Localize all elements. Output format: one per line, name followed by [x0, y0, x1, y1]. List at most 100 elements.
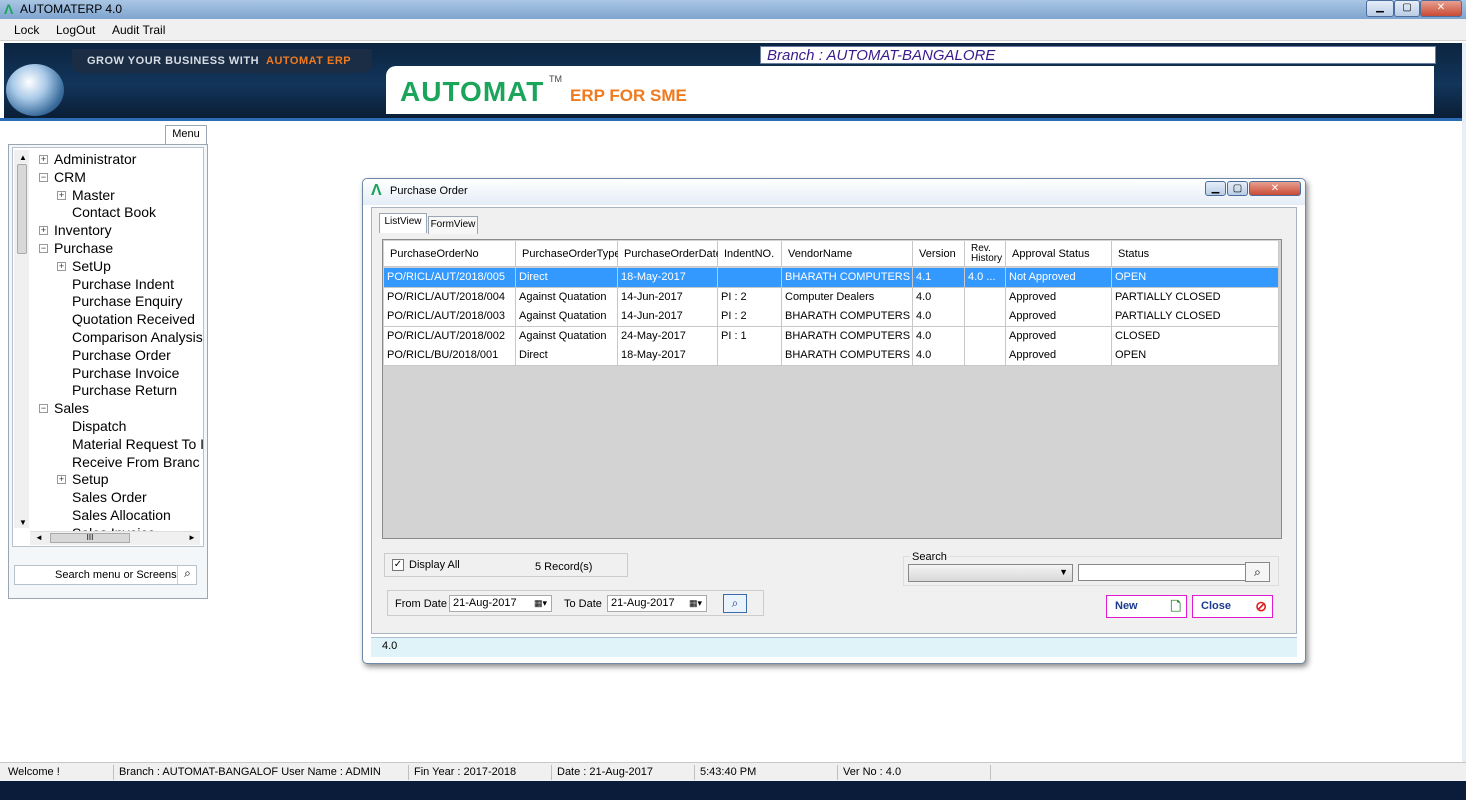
search-button[interactable]: ⌕	[1245, 562, 1270, 582]
dialog-close-button[interactable]: ✕	[1249, 181, 1301, 196]
column-header[interactable]: Status	[1112, 241, 1279, 267]
calendar-dropdown-icon[interactable]: ▦▾	[689, 596, 702, 611]
tree-item-inventory[interactable]: Inventory	[54, 222, 112, 238]
table-cell[interactable]: 4.0	[913, 287, 965, 308]
table-cell[interactable]	[965, 287, 1006, 308]
dialog-minimize-button[interactable]: ▁	[1205, 181, 1226, 196]
menu-scroll-thumb[interactable]	[17, 164, 27, 254]
table-cell[interactable]: PO/RICL/BU/2018/001	[384, 346, 516, 367]
calendar-dropdown-icon[interactable]: ▦▾	[534, 596, 547, 611]
tree-item-material-request-to-i[interactable]: Material Request To I	[72, 436, 204, 452]
table-cell[interactable]: Computer Dealers	[782, 287, 913, 308]
tree-item-sales-allocation[interactable]: Sales Allocation	[72, 507, 171, 523]
table-cell[interactable]: 18-May-2017	[618, 268, 718, 288]
menu-tab[interactable]: Menu	[165, 125, 207, 144]
menu-lock[interactable]: Lock	[14, 23, 39, 37]
table-cell[interactable]: 4.0	[913, 346, 965, 367]
scroll-left-icon[interactable]: ◄	[35, 533, 43, 542]
tree-item-purchase-indent[interactable]: Purchase Indent	[72, 276, 174, 292]
close-button[interactable]: Close ⊘	[1192, 595, 1273, 618]
column-header[interactable]: Version	[913, 241, 965, 267]
table-cell[interactable]: Direct	[516, 268, 618, 288]
tree-item-purchase-invoice[interactable]: Purchase Invoice	[72, 365, 179, 381]
tree-item-purchase-enquiry[interactable]: Purchase Enquiry	[72, 293, 183, 309]
tree-item-quotation-received[interactable]: Quotation Received	[72, 311, 195, 327]
table-cell[interactable]: BHARATH COMPUTERS	[782, 307, 913, 328]
menu-search-input[interactable]: Search menu or Screens ⌕	[14, 565, 197, 585]
table-cell[interactable]: 4.0 ...	[965, 268, 1006, 288]
collapse-icon[interactable]: −	[39, 244, 48, 253]
table-cell[interactable]: PI : 1	[718, 326, 782, 347]
table-cell[interactable]: Direct	[516, 346, 618, 367]
tree-item-contact-book[interactable]: Contact Book	[72, 204, 156, 220]
table-cell[interactable]: CLOSED	[1112, 326, 1279, 347]
tab-listview[interactable]: ListView	[379, 213, 427, 233]
table-cell[interactable]: Approved	[1006, 307, 1112, 328]
date-search-button[interactable]: ⌕	[723, 594, 747, 613]
menu-audit-trail[interactable]: Audit Trail	[112, 23, 165, 37]
table-cell[interactable]: Approved	[1006, 326, 1112, 347]
menu-logout[interactable]: LogOut	[56, 23, 95, 37]
table-cell[interactable]: PI : 2	[718, 287, 782, 308]
table-cell[interactable]: 4.0	[913, 307, 965, 328]
table-cell[interactable]: 14-Jun-2017	[618, 307, 718, 328]
table-cell[interactable]: Against Quatation	[516, 287, 618, 308]
table-cell[interactable]: PO/RICL/AUT/2018/002	[384, 326, 516, 347]
table-cell[interactable]: 18-May-2017	[618, 346, 718, 367]
table-cell[interactable]: PI : 2	[718, 307, 782, 328]
search-input[interactable]	[1078, 564, 1246, 581]
table-cell[interactable]: PARTIALLY CLOSED	[1112, 307, 1279, 328]
expand-icon[interactable]: +	[57, 475, 66, 485]
expand-icon[interactable]: +	[39, 155, 48, 164]
table-cell[interactable]	[718, 268, 782, 288]
table-cell[interactable]	[965, 307, 1006, 328]
minimize-button[interactable]: ▁	[1366, 0, 1394, 17]
tree-item-master[interactable]: Master	[72, 187, 115, 203]
tree-item-setup[interactable]: SetUp	[72, 258, 111, 274]
collapse-icon[interactable]: −	[39, 172, 48, 182]
scroll-down-icon[interactable]: ▼	[19, 518, 27, 527]
search-field-select[interactable]: ▼	[908, 564, 1073, 582]
tree-item-crm[interactable]: CRM	[54, 169, 86, 185]
table-cell[interactable]: PO/RICL/AUT/2018/005	[384, 268, 516, 288]
menu-hscroll-thumb[interactable]: III	[50, 533, 130, 543]
collapse-icon[interactable]: −	[39, 404, 48, 414]
tree-item-comparison-analysis[interactable]: Comparison Analysis	[72, 329, 203, 345]
close-window-button[interactable]: ✕	[1420, 0, 1462, 17]
dialog-maximize-button[interactable]: ▢	[1227, 181, 1248, 196]
expand-icon[interactable]: +	[57, 261, 66, 271]
maximize-button[interactable]: ▢	[1394, 0, 1420, 17]
tab-formview[interactable]: FormView	[428, 216, 478, 234]
tree-item-administrator[interactable]: Administrator	[54, 151, 136, 167]
expand-icon[interactable]: +	[57, 190, 66, 200]
column-header[interactable]: PurchaseOrderDate	[618, 241, 722, 267]
from-date-picker[interactable]: 21-Aug-2017 ▦▾	[449, 595, 552, 612]
table-cell[interactable]: Not Approved	[1006, 268, 1112, 288]
table-cell[interactable]: 24-May-2017	[618, 326, 718, 347]
tree-item-receive-from-branc[interactable]: Receive From Branc	[72, 454, 200, 470]
display-all-checkbox[interactable]: ✓	[392, 559, 404, 571]
scroll-up-icon[interactable]: ▲	[19, 153, 27, 162]
tree-item-dispatch[interactable]: Dispatch	[72, 418, 126, 434]
table-cell[interactable]: BHARATH COMPUTERS	[782, 268, 913, 288]
column-header[interactable]: Rev. History	[965, 241, 1006, 267]
table-cell[interactable]: 4.0	[913, 326, 965, 347]
table-cell[interactable]: PARTIALLY CLOSED	[1112, 287, 1279, 308]
table-cell[interactable]: 14-Jun-2017	[618, 287, 718, 308]
tree-item-setup[interactable]: Setup	[72, 471, 109, 487]
table-cell[interactable]: BHARATH COMPUTERS	[782, 346, 913, 367]
table-cell[interactable]: Against Quatation	[516, 326, 618, 347]
table-cell[interactable]: PO/RICL/AUT/2018/004	[384, 287, 516, 308]
table-cell[interactable]: 4.1	[913, 268, 965, 288]
tree-item-sales[interactable]: Sales	[54, 400, 89, 416]
column-header[interactable]: IndentNO.	[718, 241, 782, 267]
table-cell[interactable]	[965, 346, 1006, 367]
table-cell[interactable]: Against Quatation	[516, 307, 618, 328]
expand-icon[interactable]: +	[39, 226, 48, 236]
column-header[interactable]: PurchaseOrderNo	[384, 241, 516, 267]
tree-item-sales-order[interactable]: Sales Order	[72, 489, 147, 505]
search-icon[interactable]: ⌕	[177, 566, 197, 584]
tree-item-purchase[interactable]: Purchase	[54, 240, 113, 256]
tree-item-purchase-order[interactable]: Purchase Order	[72, 347, 171, 363]
table-cell[interactable]: OPEN	[1112, 268, 1279, 288]
